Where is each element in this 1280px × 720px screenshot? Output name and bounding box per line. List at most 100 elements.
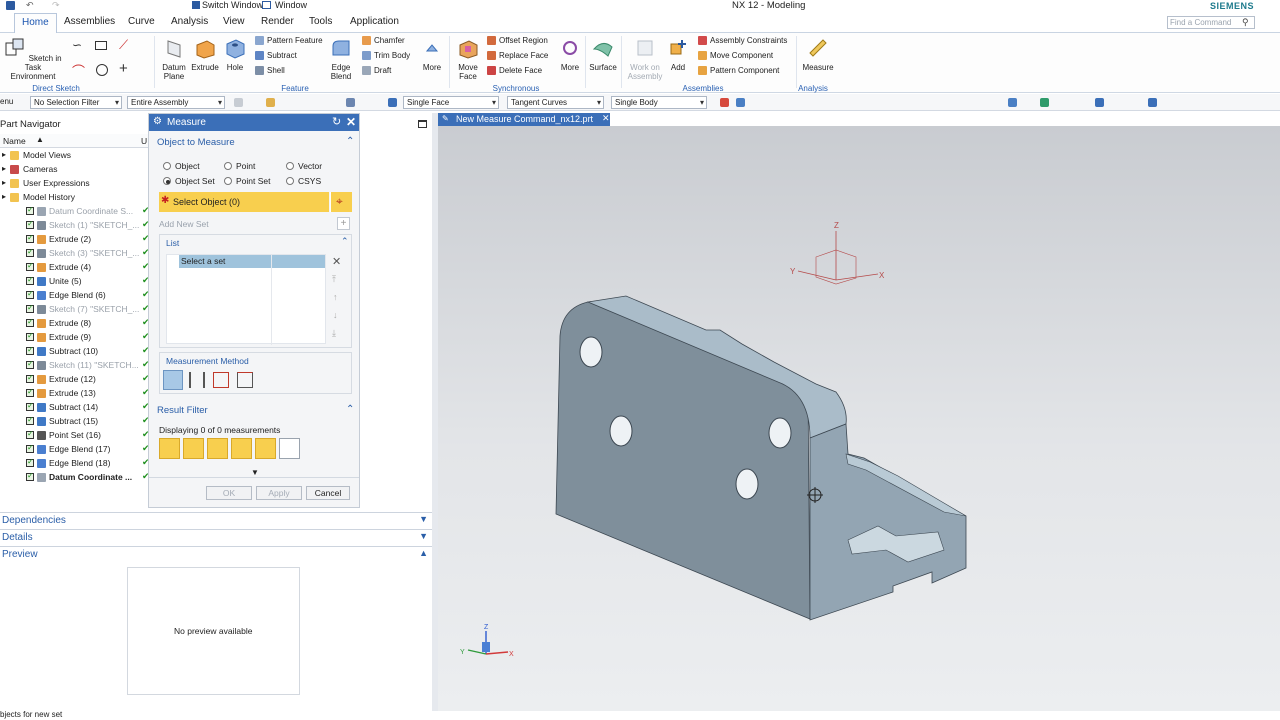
undo-icon[interactable]: ↶: [26, 0, 34, 11]
replace-face-button[interactable]: Replace Face: [487, 51, 548, 60]
sketch-button[interactable]: Sketch in Task Environment: [4, 37, 62, 81]
tree-node[interactable]: Sketch (3) "SKETCH_...✔: [0, 246, 148, 260]
rectangle-icon[interactable]: [95, 41, 107, 50]
expand-icon[interactable]: ▸: [2, 192, 6, 201]
tree-node[interactable]: Point Set (16)✔: [0, 428, 148, 442]
expand-icon[interactable]: ▸: [2, 164, 6, 173]
measure-button[interactable]: Measure: [800, 37, 836, 72]
snap-icon[interactable]: [266, 98, 275, 107]
ok-button[interactable]: OK: [206, 486, 252, 500]
method-pair-icon[interactable]: [213, 372, 229, 388]
point-icon[interactable]: +: [119, 60, 128, 77]
chevron-down-icon[interactable]: ▼: [419, 531, 428, 541]
hole-3[interactable]: [768, 417, 792, 449]
tree-node[interactable]: ▸ Cameras: [0, 162, 148, 176]
close-icon[interactable]: ✕: [346, 115, 356, 129]
checkbox[interactable]: [26, 289, 34, 299]
checkbox[interactable]: [26, 275, 34, 285]
move-face-button[interactable]: Move Face: [454, 37, 482, 81]
datum-csys[interactable]: [797, 231, 879, 285]
checkbox[interactable]: [26, 415, 34, 425]
tree-node[interactable]: Datum Coordinate S...✔: [0, 204, 148, 218]
tree-node[interactable]: Sketch (1) "SKETCH_...✔: [0, 218, 148, 232]
tree-node[interactable]: Extrude (4)✔: [0, 260, 148, 274]
window-icon[interactable]: [262, 1, 271, 9]
subtract-button[interactable]: Subtract: [255, 51, 297, 60]
tab-home[interactable]: Home: [14, 13, 57, 34]
checkbox[interactable]: [26, 359, 34, 369]
work-on-assembly-button[interactable]: Work on Assembly: [624, 37, 666, 81]
add-component-button[interactable]: Add: [667, 37, 689, 72]
checkbox[interactable]: [26, 401, 34, 411]
chamfer-button[interactable]: Chamfer: [362, 36, 405, 45]
snap-point-icon[interactable]: [720, 98, 729, 107]
tree-node[interactable]: Subtract (14)✔: [0, 400, 148, 414]
filter-curve-icon[interactable]: [183, 438, 204, 459]
radio-point[interactable]: Point: [224, 161, 255, 171]
tree-node[interactable]: Unite (5)✔: [0, 274, 148, 288]
hole-1[interactable]: [579, 336, 603, 368]
refresh-view-icon[interactable]: [1040, 98, 1049, 107]
tree-node[interactable]: ▸ Model Views: [0, 148, 148, 162]
maximize-icon[interactable]: [418, 120, 427, 128]
delete-face-button[interactable]: Delete Face: [487, 66, 542, 75]
shell-button[interactable]: Shell: [255, 66, 285, 75]
radio-object-set[interactable]: Object Set: [163, 176, 215, 186]
expand-more-icon[interactable]: ▼: [251, 468, 259, 477]
graphics-window[interactable]: Z Y X Z X Y: [438, 126, 1280, 712]
body-rule-dropdown[interactable]: Single Body: [611, 96, 707, 109]
pattern-component-button[interactable]: Pattern Component: [698, 66, 779, 75]
checkbox[interactable]: [26, 345, 34, 355]
tree-node[interactable]: Sketch (7) "SKETCH_...✔: [0, 302, 148, 316]
tree-node[interactable]: Extrude (13)✔: [0, 386, 148, 400]
move-up-icon[interactable]: ↑: [333, 292, 338, 302]
chevron-down-icon[interactable]: ▼: [419, 514, 428, 524]
col-name[interactable]: Name: [3, 136, 26, 146]
hole-4[interactable]: [735, 468, 759, 500]
tab-view[interactable]: View: [221, 16, 247, 27]
curve-rule-dropdown[interactable]: Tangent Curves: [507, 96, 604, 109]
tree-node[interactable]: Sketch (11) "SKETCH...✔: [0, 358, 148, 372]
tree-node[interactable]: Extrude (8)✔: [0, 316, 148, 330]
menu-button[interactable]: enu: [0, 97, 13, 106]
tab-render[interactable]: Render: [259, 16, 296, 27]
trim-body-button[interactable]: Trim Body: [362, 51, 410, 60]
tree-node[interactable]: ▸ User Expressions: [0, 176, 148, 190]
set-list[interactable]: Select a set: [166, 254, 326, 345]
more-feature-button[interactable]: More: [420, 37, 444, 72]
filter-volume-icon[interactable]: [255, 438, 276, 459]
expand-icon[interactable]: ▸: [2, 178, 6, 187]
reset-icon[interactable]: ↻: [332, 115, 341, 128]
tree-node[interactable]: Extrude (12)✔: [0, 372, 148, 386]
apply-button[interactable]: Apply: [256, 486, 302, 500]
offset-region-button[interactable]: Offset Region: [487, 36, 548, 45]
select-rect-icon[interactable]: [346, 98, 355, 107]
checkbox[interactable]: [26, 233, 34, 243]
extrude-button[interactable]: Extrude: [190, 37, 220, 72]
filter-area-icon[interactable]: [231, 438, 252, 459]
draft-button[interactable]: Draft: [362, 66, 391, 75]
tree-node[interactable]: ▸ Model History: [0, 190, 148, 204]
preview-panel[interactable]: Preview ▲: [0, 546, 432, 562]
tree-node[interactable]: Extrude (2)✔: [0, 232, 148, 246]
circle-icon[interactable]: [96, 64, 108, 76]
hole-button[interactable]: Hole: [222, 37, 248, 72]
checkbox[interactable]: [26, 219, 34, 229]
tree-node[interactable]: Subtract (10)✔: [0, 344, 148, 358]
radio-object[interactable]: Object: [163, 161, 200, 171]
move-top-icon[interactable]: ⤒: [332, 274, 336, 285]
set-row-selected[interactable]: Select a set: [179, 255, 325, 268]
edge-blend-button[interactable]: Edge Blend: [326, 37, 356, 81]
crosshair-button[interactable]: ⌖: [330, 192, 352, 212]
selection-scope-dropdown[interactable]: Entire Assembly: [127, 96, 225, 109]
list-label[interactable]: List: [166, 238, 179, 248]
add-set-icon[interactable]: +: [337, 217, 350, 230]
checkbox[interactable]: [26, 261, 34, 271]
collapse-icon[interactable]: ⌃: [346, 136, 354, 147]
collapse-result-icon[interactable]: ⌃: [346, 404, 354, 415]
diag-line-icon[interactable]: ⟋: [119, 37, 128, 53]
close-tab-icon[interactable]: ✕: [602, 113, 610, 124]
face-icon[interactable]: [388, 98, 397, 107]
filter-icon[interactable]: [234, 98, 243, 107]
checkbox[interactable]: [26, 457, 34, 467]
